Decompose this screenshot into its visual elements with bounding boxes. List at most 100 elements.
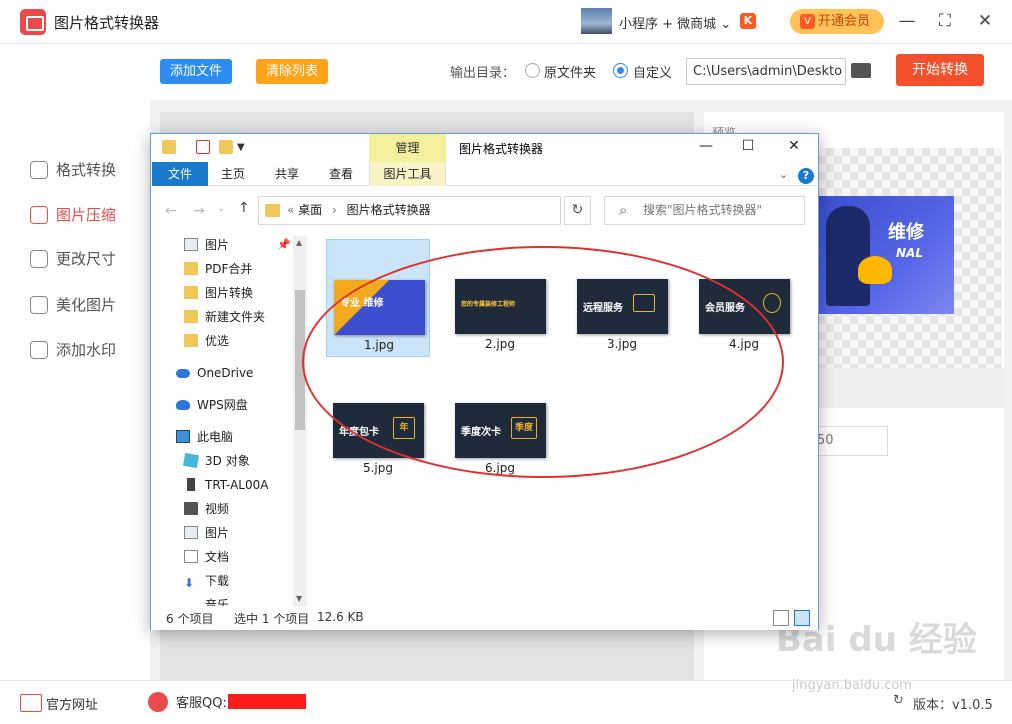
add-files-button[interactable]: 添加文件 [160,59,232,84]
sidebar-item-convert[interactable]: 格式转换 [30,158,116,182]
breadcrumb-desktop[interactable]: 桌面 [298,203,322,217]
app-logo-icon [20,9,46,35]
chevron-down-icon: ⌄ [720,17,732,32]
nav-item[interactable]: WPS网盘 [176,396,248,414]
nav-item[interactable]: ⬇ 下载 [184,572,229,590]
help-icon[interactable]: ? [798,168,814,184]
pictures-icon [184,238,198,251]
onedrive-icon [176,369,190,378]
tab-share[interactable]: 共享 [267,162,307,186]
nav-item[interactable]: 新建文件夹 [184,308,265,326]
close-icon[interactable]: ✕ [974,10,996,32]
sidebar-item-watermark[interactable]: 添加水印 [30,338,116,362]
customize-toolbar-icon[interactable]: ▼ [237,142,251,156]
vip-button[interactable]: 开通会员 [790,9,884,34]
tab-picture-tools[interactable]: 图片工具 [369,162,446,186]
expand-ribbon-icon[interactable]: ⌄ [779,168,788,181]
tab-home[interactable]: 主页 [213,162,253,186]
nav-item[interactable]: 图片 [184,236,229,254]
highlight-ellipse [302,246,784,478]
scroll-down-icon[interactable]: ▼ [296,594,302,603]
sidebar: 格式转换 图片压缩 更改尺寸 美化图片 添加水印 [0,44,150,680]
recent-chevron-icon[interactable]: ⌄ [217,203,225,214]
radio-original-label: 原文件夹 [544,66,597,81]
details-view-icon[interactable] [773,610,789,626]
nav-item[interactable]: 优选 [184,332,229,350]
3d-objects-icon [182,452,200,469]
folder-icon [184,262,198,275]
nav-item[interactable]: 音乐 [184,596,229,606]
breadcrumb-folder[interactable]: 图片格式转换器 [347,203,431,217]
wps-cloud-icon [176,400,190,410]
preview-image: 维修 NAL [818,196,954,314]
nav-item[interactable]: OneDrive [176,364,253,382]
pin-icon[interactable]: 📌 [277,238,291,251]
baidu-watermark-url: jingyan.baidu.com [792,678,912,693]
back-icon[interactable]: ← [165,203,177,219]
app-title: 图片格式转换器 [54,14,160,32]
documents-icon [184,550,198,563]
explorer-titlebar: ▼ 管理 图片格式转换器 — ☐ ✕ [151,134,818,162]
forward-icon[interactable]: → [193,203,205,219]
beautify-icon [30,296,48,314]
tab-manage[interactable]: 管理 [369,134,446,162]
nav-item[interactable]: 3D 对象 [182,452,250,470]
mini-program-menu[interactable]: 小程序 + 微商城 ⌄ [619,13,731,32]
properties-icon[interactable] [196,140,210,154]
sidebar-item-compress[interactable]: 图片压缩 [30,203,116,227]
nav-item[interactable]: TRT-AL00A [184,476,268,494]
music-icon [184,598,198,606]
radio-original[interactable] [525,63,540,78]
folder-icon [162,140,176,154]
maximize-icon[interactable]: ☐ [738,138,758,154]
large-icons-view-icon[interactable] [794,610,810,626]
close-icon[interactable]: ✕ [784,138,804,154]
phone-icon [187,478,195,491]
convert-icon [30,161,48,179]
output-path-field[interactable]: C:\Users\admin\Deskto [686,58,846,85]
selection-count: 选中 1 个项目 [234,612,310,626]
this-pc-icon [176,430,190,443]
output-dir-label: 输出目录： [450,66,516,81]
item-count: 6 个项目 [166,612,214,626]
up-icon[interactable]: ↑ [238,200,250,216]
refresh-icon[interactable]: ↻ [564,196,591,225]
avatar[interactable] [581,8,612,34]
watermark-icon [30,341,48,359]
minimize-icon[interactable]: — [896,10,918,32]
status-bar: 6 个项目 选中 1 个项目 12.6 KB [151,606,818,630]
support-qq-link[interactable]: 客服QQ: [148,692,227,712]
start-convert-button[interactable]: 开始转换 [896,54,984,86]
minimize-icon[interactable]: — [696,138,716,154]
new-folder-icon[interactable] [219,140,233,154]
nav-item[interactable]: 文档 [184,548,229,566]
explorer-title: 图片格式转换器 [459,142,544,156]
radio-custom[interactable] [613,63,628,78]
folder-icon [184,310,198,323]
quality-field[interactable]: 50 [808,426,888,456]
radio-custom-label: 自定义 [633,66,673,81]
sidebar-item-resize[interactable]: 更改尺寸 [30,247,116,271]
nav-item[interactable]: 图片 [184,524,229,542]
sidebar-item-beautify[interactable]: 美化图片 [30,293,116,317]
folder-icon[interactable] [851,63,871,78]
folder-icon [184,334,198,347]
selection-size: 12.6 KB [317,610,364,624]
maximize-icon[interactable]: ⛶ [934,10,956,32]
search-input[interactable]: 搜索"图片格式转换器" [604,196,805,225]
videos-icon [184,502,198,515]
address-bar[interactable]: « 桌面 › 图片格式转换器 ⌄ [258,196,655,225]
ribbon: 文件 主页 共享 查看 图片工具 [151,162,818,280]
nav-item[interactable]: 图片转换 [184,284,253,302]
folder-icon [184,286,198,299]
downloads-icon: ⬇ [184,576,195,590]
tab-view[interactable]: 查看 [321,162,361,186]
clear-list-button[interactable]: 清除列表 [256,59,328,84]
nav-item[interactable]: PDF合并 [184,260,252,278]
compress-icon [30,206,48,224]
official-site-link[interactable]: 官方网址 [20,694,98,713]
redacted-qq [228,694,306,709]
scroll-up-icon[interactable]: ▲ [296,238,302,247]
nav-item[interactable]: 视频 [184,500,229,518]
nav-item[interactable]: 此电脑 [176,428,233,446]
